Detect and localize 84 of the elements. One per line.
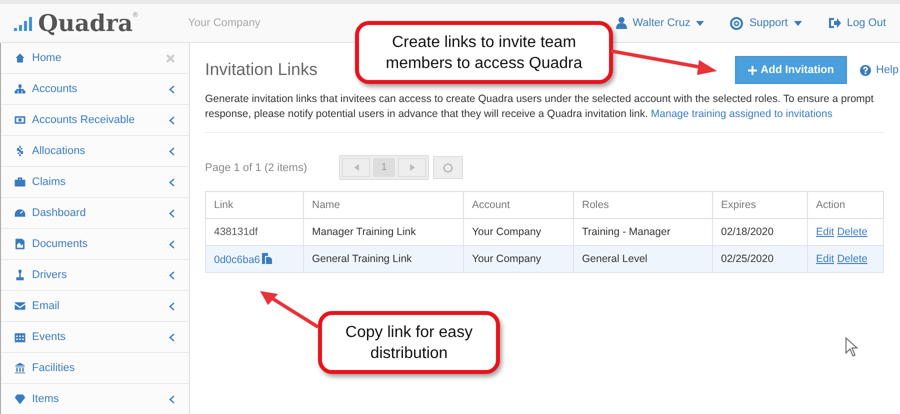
sidebar-item[interactable]: Documents <box>1 229 189 260</box>
table-cell: Your Company <box>472 253 542 265</box>
copy-icon[interactable] <box>262 252 272 264</box>
column-header: Account <box>464 192 574 218</box>
sidebar-item[interactable]: Dashboard <box>1 198 189 229</box>
edit-link[interactable]: Edit <box>816 253 834 265</box>
chevron-icon <box>169 394 175 404</box>
chevron-icon <box>169 178 175 186</box>
delete-link[interactable]: Delete <box>837 226 868 238</box>
chevron-icon <box>169 146 175 156</box>
link-code: 0d0c6ba6 <box>214 254 260 266</box>
logo-text: Quadra <box>38 12 133 34</box>
link-code: 438131df <box>214 226 258 238</box>
sidebar-item[interactable]: Accounts <box>1 74 189 105</box>
pager-summary: Page 1 of 1 (2 items) <box>205 162 308 174</box>
column-header: Name <box>304 192 464 218</box>
help-link[interactable]: Help <box>860 64 900 76</box>
circle-icon <box>443 162 453 172</box>
envelope-icon <box>14 300 26 312</box>
add-invitation-button[interactable]: Add Invitation <box>734 56 847 84</box>
caret-icon <box>696 20 704 26</box>
refresh-button[interactable] <box>433 156 463 179</box>
table-cell: 02/25/2020 <box>721 253 774 265</box>
description-text: Generate invitation links that invitees can access to create Quadra users under the selected account with the selected roles. To ensure a prompt response, please notify potential users in advance that they will receive a Quadra invitation link. Manage training assigned to invitations <box>205 92 875 122</box>
sidebar-item[interactable]: Facilities <box>1 353 189 384</box>
table-cell: Your Company <box>472 226 542 238</box>
table-cell: General Training Link <box>312 253 412 265</box>
calendar-icon <box>14 331 26 343</box>
diamond-icon <box>14 393 26 405</box>
column-header: Roles <box>574 192 712 218</box>
chevron-icon <box>169 208 175 218</box>
delete-link[interactable]: Delete <box>837 253 868 265</box>
user-icon <box>616 17 627 29</box>
page-title: Invitation Links <box>205 60 318 80</box>
column-header: Action <box>808 192 884 218</box>
column-header: Link <box>206 192 304 218</box>
callout-arrow <box>258 289 320 329</box>
left-triangle-icon <box>354 164 358 171</box>
training-link[interactable]: Manage training assigned to invitations <box>650 108 832 120</box>
money-icon <box>14 114 26 126</box>
logout-icon <box>828 17 841 29</box>
close-icon[interactable] <box>166 54 175 62</box>
plus-icon <box>748 66 757 74</box>
callout: Create links to invite team members to access Quadra <box>355 21 613 84</box>
sidebar-item[interactable]: Email <box>1 291 189 322</box>
gauge-icon <box>14 207 26 219</box>
company-name: Your Company <box>188 17 260 29</box>
caret-icon <box>794 20 802 26</box>
table-cell: 02/18/2020 <box>721 226 774 238</box>
chevron-icon <box>169 84 175 94</box>
chevron-icon <box>169 116 175 124</box>
home-icon <box>14 52 26 64</box>
lifebuoy-icon <box>730 16 744 30</box>
sidebar-item[interactable]: Accounts Receivable <box>1 105 189 136</box>
chevron-icon <box>169 240 175 248</box>
chevron-icon <box>169 270 175 280</box>
chevron-icon <box>169 302 175 310</box>
table-cell: Training - Manager <box>582 226 670 238</box>
sidebar-item[interactable]: Drivers <box>1 260 189 291</box>
sidebar-item[interactable]: Home <box>1 43 189 74</box>
help-icon <box>860 64 871 76</box>
right-triangle-icon <box>410 164 414 171</box>
nav-dropdown[interactable]: Support <box>730 16 802 30</box>
bank-icon <box>14 362 26 374</box>
table-row[interactable]: 0d0c6ba6 General Training Link Your Company General Level 02/25/2020 Edit Delete <box>206 246 884 272</box>
nav-dropdown[interactable]: Walter Cruz <box>616 16 704 30</box>
briefcase-icon <box>14 176 26 188</box>
hierarchy-icon <box>14 83 26 95</box>
sidebar-item[interactable]: Claims <box>1 167 189 198</box>
next-page-button[interactable] <box>398 158 426 177</box>
previous-page-button[interactable] <box>342 158 370 177</box>
sidebar-item[interactable]: Events <box>1 322 189 353</box>
cursor-icon <box>845 337 859 357</box>
table-cell: General Level <box>582 253 648 265</box>
nav-link[interactable]: Log Out <box>828 16 886 30</box>
figure-icon <box>14 269 26 281</box>
document-icon <box>14 238 26 250</box>
edit-link[interactable]: Edit <box>816 226 834 238</box>
column-header: Expires <box>712 192 808 218</box>
table-cell: Manager Training Link <box>312 226 416 238</box>
chevron-icon <box>169 332 175 342</box>
sidebar-item[interactable]: Allocations <box>1 136 189 167</box>
callout: Copy link for easy distribution <box>318 311 500 374</box>
sidebar-item[interactable]: Items <box>1 384 189 414</box>
